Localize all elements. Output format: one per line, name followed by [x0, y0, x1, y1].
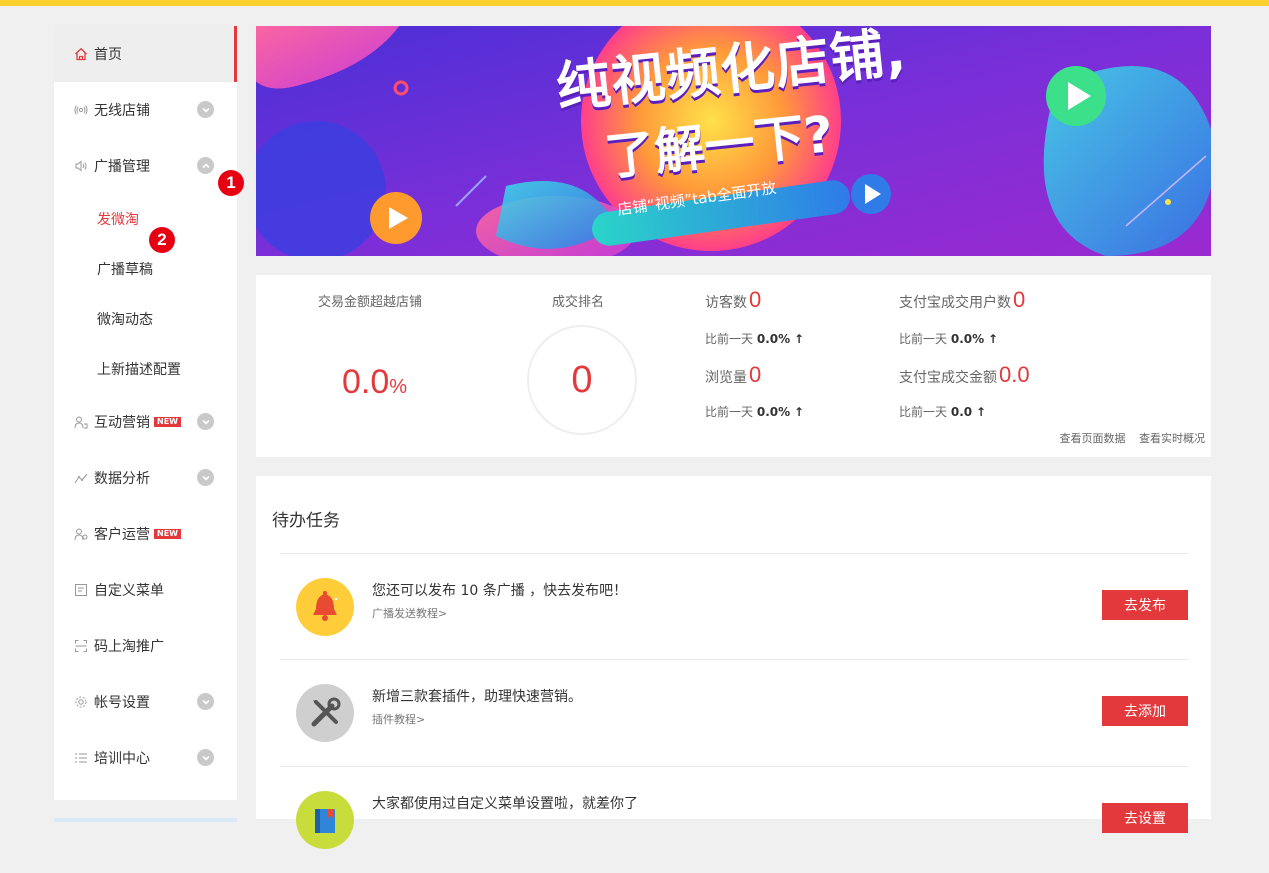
annotation-marker-2: 2 — [149, 227, 175, 253]
todo-tasks-panel: 待办任务 您还可以发布 10 条广播 ，快去发布吧！ 广播发送教程> 去发布 新… — [256, 476, 1211, 849]
qrcode-icon — [74, 639, 88, 653]
chevron-down-icon[interactable] — [197, 413, 214, 430]
sidebar-item-label: 码上淘推广 — [94, 639, 164, 655]
sidebar-item-label: 帐号设置 — [94, 695, 150, 711]
go-configure-button[interactable]: 去设置 — [1102, 803, 1188, 833]
sidebar-item-custom-menu[interactable]: 自定义菜单 — [54, 562, 237, 618]
sidebar-item-broadcast[interactable]: 广播管理 — [54, 138, 237, 194]
sidebar-item-qrcode-promotion[interactable]: 码上淘推广 — [54, 618, 237, 674]
exceed-value: 0.0% — [342, 363, 408, 401]
sidebar-subitem-new-description-config[interactable]: 上新描述配置 — [54, 344, 237, 394]
visitors-compare: 比前一天 0.0% ↑ — [705, 332, 805, 346]
chevron-up-icon[interactable] — [197, 157, 214, 174]
go-add-button[interactable]: 去添加 — [1102, 696, 1188, 726]
sidebar-item-training-center[interactable]: 培训中心 — [54, 730, 237, 786]
sidebar-item-label: 自定义菜单 — [94, 583, 164, 599]
task-tutorial-link[interactable]: 广播发送教程> — [372, 605, 447, 621]
sidebar-subitem-broadcast-drafts[interactable]: 广播草稿 — [54, 244, 237, 294]
sidebar-item-label: 培训中心 — [94, 751, 150, 767]
pageviews-stat: 浏览量0 — [705, 362, 762, 387]
task-tutorial-link[interactable]: 插件教程> — [372, 711, 425, 727]
stats-panel: 交易金额超越店铺 0.0% 成交排名 0 访客数0 比前一天 0.0% ↑ 浏览… — [256, 275, 1211, 457]
sidebar-item-label: 广播管理 — [94, 159, 150, 175]
alipay-users-compare: 比前一天 0.0% ↑ — [899, 332, 999, 346]
home-icon — [74, 47, 88, 61]
pageviews-compare: 比前一天 0.0% ↑ — [705, 405, 805, 419]
sidebar-item-label: 数据分析 — [94, 471, 150, 487]
sidebar-item-data-analysis[interactable]: 数据分析 — [54, 450, 237, 506]
exceed-label: 交易金额超越店铺 — [318, 295, 423, 310]
sidebar-subitem-post-weitao[interactable]: 发微淘 — [54, 194, 237, 244]
visitors-stat: 访客数0 — [705, 287, 762, 312]
annotation-marker-1: 1 — [218, 170, 244, 196]
view-realtime-overview-link[interactable]: 查看实时概况 — [1139, 432, 1205, 445]
task-item: 新增三款套插件，助理快速营销。 插件教程> 去添加 — [280, 659, 1188, 766]
rank-label: 成交排名 — [552, 295, 605, 310]
chevron-down-icon[interactable] — [197, 101, 214, 118]
tools-icon — [296, 684, 354, 742]
book-icon — [296, 791, 354, 849]
sidebar-item-label: 首页 — [94, 47, 122, 63]
broadcast-icon — [74, 159, 88, 173]
rank-value: 0 — [527, 325, 637, 435]
alipay-amount-compare: 比前一天 0.0 ↑ — [899, 405, 986, 419]
sidebar-item-interactive-marketing[interactable]: 互动营销 NEW — [54, 394, 237, 450]
bell-icon — [296, 578, 354, 636]
task-item: 您还可以发布 10 条广播 ，快去发布吧！ 广播发送教程> 去发布 — [280, 553, 1188, 660]
menu-edit-icon — [74, 583, 88, 597]
list-icon — [74, 751, 88, 765]
sidebar-subitem-weitao-feed[interactable]: 微淘动态 — [54, 294, 237, 344]
promo-banner[interactable]: 纯视频化店铺, 了解一下? 店铺“视频”tab全面开放 — [256, 26, 1211, 256]
sidebar-item-customer-operations[interactable]: 客户运营 NEW — [54, 506, 237, 562]
wireless-icon — [74, 103, 88, 117]
go-publish-button[interactable]: 去发布 — [1102, 590, 1188, 620]
gear-icon — [74, 695, 88, 709]
chevron-down-icon[interactable] — [197, 693, 214, 710]
task-text: 您还可以发布 10 条广播 ，快去发布吧！ — [372, 583, 628, 599]
stats-links: 查看页面数据 查看实时概况 — [1050, 430, 1206, 446]
task-item: 大家都使用过自定义菜单设置啦，就差你了 去设置 — [280, 766, 1188, 873]
customer-icon — [74, 527, 88, 541]
chevron-down-icon[interactable] — [197, 749, 214, 766]
interactive-icon — [74, 415, 88, 429]
top-accent-bar — [0, 0, 1269, 6]
alipay-amount-stat: 支付宝成交金额0.0 — [899, 362, 1030, 387]
sidebar: 首页 无线店铺 广播管理 发微淘 广播草稿 微淘动态 上新描述配置 互动营销 N… — [54, 26, 237, 822]
sidebar-item-label: 客户运营 — [94, 527, 150, 543]
sidebar-item-label: 无线店铺 — [94, 103, 150, 119]
task-text: 新增三款套插件，助理快速营销。 — [372, 689, 582, 705]
task-text: 大家都使用过自定义菜单设置啦，就差你了 — [372, 796, 638, 812]
new-badge: NEW — [154, 417, 181, 427]
chevron-down-icon[interactable] — [197, 469, 214, 486]
sidebar-item-wireless-shop[interactable]: 无线店铺 — [54, 82, 237, 138]
view-page-data-link[interactable]: 查看页面数据 — [1060, 432, 1126, 445]
sidebar-item-home[interactable]: 首页 — [54, 26, 237, 82]
sidebar-item-account-settings[interactable]: 帐号设置 — [54, 674, 237, 730]
alipay-users-stat: 支付宝成交用户数0 — [899, 287, 1026, 312]
sidebar-item-label: 互动营销 — [94, 415, 150, 431]
new-badge: NEW — [154, 529, 181, 539]
analytics-icon — [74, 471, 88, 485]
tasks-title: 待办任务 — [272, 511, 340, 531]
